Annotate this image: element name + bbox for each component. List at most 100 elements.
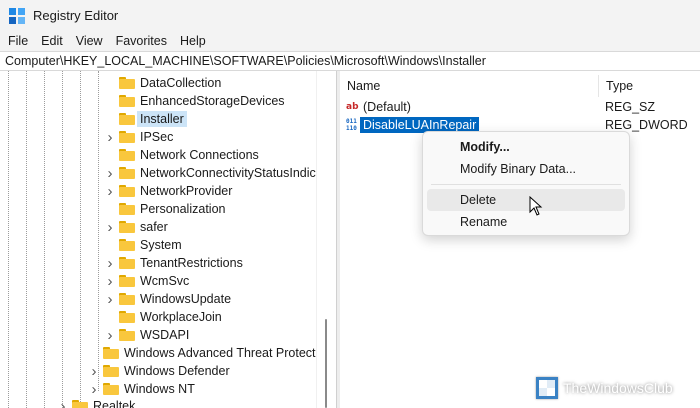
- menu-file[interactable]: File: [2, 34, 34, 48]
- column-header: Name Type: [340, 71, 700, 101]
- folder-icon: [103, 383, 119, 395]
- folder-icon: [119, 329, 135, 341]
- address-path: Computer\HKEY_LOCAL_MACHINE\SOFTWARE\Pol…: [5, 54, 486, 68]
- folder-icon: [119, 149, 135, 161]
- folder-icon: [119, 221, 135, 233]
- tree-item-label: Windows Defender: [124, 364, 230, 378]
- registry-editor-icon: [9, 7, 25, 24]
- watermark: TheWindowsClub: [536, 377, 673, 399]
- tree-item-label: Network Connections: [140, 148, 259, 162]
- folder-icon: [119, 77, 135, 89]
- value-row-default[interactable]: ab (Default) REG_SZ: [340, 98, 700, 116]
- tree-item-label: Installer: [137, 111, 187, 127]
- column-type-header[interactable]: Type: [606, 79, 633, 93]
- values-pane[interactable]: Name Type ab (Default) REG_SZ 011 110 Dis…: [340, 71, 700, 408]
- tree-item-label: WindowsUpdate: [140, 292, 232, 306]
- menu-item-rename[interactable]: Rename: [427, 211, 625, 233]
- tree-item[interactable]: Network Connections: [119, 146, 259, 164]
- tree-item-label: Windows NT: [124, 382, 195, 396]
- chevron-right-icon[interactable]: ›: [89, 362, 99, 380]
- title-bar: Registry Editor: [0, 0, 700, 31]
- value-name: (Default): [363, 100, 411, 114]
- tree-item[interactable]: › Windows NT: [92, 380, 195, 398]
- folder-icon: [119, 203, 135, 215]
- value-type: REG_SZ: [605, 100, 656, 114]
- tree-item[interactable]: EnhancedStorageDevices: [119, 92, 285, 110]
- tree-item[interactable]: WorkplaceJoin: [119, 308, 222, 326]
- menu-view[interactable]: View: [70, 34, 109, 48]
- key-tree[interactable]: DataCollection EnhancedStorageDevices Inst…: [0, 71, 316, 408]
- tree-item[interactable]: › NetworkProvider: [108, 182, 233, 200]
- folder-icon: [119, 311, 135, 323]
- string-value-icon: ab: [346, 102, 359, 112]
- chevron-right-icon[interactable]: ›: [105, 182, 115, 200]
- tree-item[interactable]: › WcmSvc: [108, 272, 190, 290]
- folder-icon: [103, 347, 119, 359]
- tree-item[interactable]: Personalization: [119, 200, 225, 218]
- folder-icon: [119, 239, 135, 251]
- chevron-right-icon[interactable]: ›: [89, 380, 99, 398]
- tree-item-label: EnhancedStorageDevices: [140, 94, 285, 108]
- tree-item-label: TenantRestrictions: [140, 256, 243, 270]
- menu-separator: [431, 184, 621, 185]
- folder-icon: [119, 275, 135, 287]
- tree-item-label: System: [140, 238, 182, 252]
- context-menu: Modify... Modify Binary Data... Delete R…: [422, 131, 630, 236]
- menu-item-modify[interactable]: Modify...: [427, 136, 625, 158]
- chevron-right-icon[interactable]: ›: [105, 164, 115, 182]
- value-type: REG_DWORD: [605, 118, 688, 132]
- tree-item[interactable]: › NetworkConnectivityStatusIndicator: [108, 164, 317, 182]
- tree-item[interactable]: › Realtek: [61, 397, 136, 408]
- menu-edit[interactable]: Edit: [35, 34, 69, 48]
- chevron-right-icon[interactable]: ›: [105, 326, 115, 344]
- menu-item-modify-binary[interactable]: Modify Binary Data...: [427, 158, 625, 180]
- folder-icon: [119, 167, 135, 179]
- menu-favorites[interactable]: Favorites: [110, 34, 173, 48]
- tree-item[interactable]: Installer: [119, 110, 187, 128]
- scrollbar-thumb[interactable]: [325, 319, 327, 408]
- tree-item-label: WcmSvc: [140, 274, 190, 288]
- tree-item-label: safer: [140, 220, 168, 234]
- tree-item[interactable]: › Windows Defender: [92, 362, 230, 380]
- chevron-right-icon[interactable]: ›: [105, 290, 115, 308]
- folder-icon: [119, 95, 135, 107]
- folder-icon: [72, 400, 88, 408]
- chevron-right-icon[interactable]: ›: [58, 397, 68, 408]
- tree-item-label: WorkplaceJoin: [140, 310, 222, 324]
- tree-item-label: WSDAPI: [140, 328, 190, 342]
- folder-icon: [119, 113, 135, 125]
- tree-item[interactable]: DataCollection: [119, 74, 221, 92]
- tree-item-label: Realtek: [93, 399, 136, 408]
- menu-bar: File Edit View Favorites Help: [0, 31, 700, 51]
- tree-item-label: NetworkConnectivityStatusIndicator: [140, 166, 316, 180]
- folder-icon: [119, 257, 135, 269]
- menu-item-delete[interactable]: Delete: [427, 189, 625, 211]
- tree-item[interactable]: › IPSec: [108, 128, 174, 146]
- folder-icon: [119, 185, 135, 197]
- window-title: Registry Editor: [33, 8, 119, 23]
- tree-item-label: NetworkProvider: [140, 184, 233, 198]
- tree-item-label: DataCollection: [140, 76, 222, 90]
- tree-item-label: IPSec: [140, 130, 174, 144]
- tree-item[interactable]: › WSDAPI: [108, 326, 190, 344]
- address-bar[interactable]: Computer\HKEY_LOCAL_MACHINE\SOFTWARE\Pol…: [0, 51, 700, 71]
- watermark-text: TheWindowsClub: [563, 380, 673, 396]
- column-separator[interactable]: [598, 75, 599, 97]
- chevron-right-icon[interactable]: ›: [105, 218, 115, 236]
- folder-icon: [119, 131, 135, 143]
- chevron-right-icon[interactable]: ›: [105, 254, 115, 272]
- folder-icon: [119, 293, 135, 305]
- tree-item-label: Windows Advanced Threat Protection: [124, 346, 316, 360]
- thewindowsclub-logo-icon: [536, 377, 558, 399]
- tree-item[interactable]: › WindowsUpdate: [108, 290, 232, 308]
- tree-item[interactable]: › TenantRestrictions: [108, 254, 243, 272]
- menu-help[interactable]: Help: [174, 34, 212, 48]
- tree-item[interactable]: Windows Advanced Threat Protection: [103, 344, 316, 362]
- column-name-header[interactable]: Name: [347, 79, 380, 93]
- tree-item[interactable]: System: [119, 236, 182, 254]
- tree-item-label: Personalization: [140, 202, 226, 216]
- tree-item[interactable]: › safer: [108, 218, 168, 236]
- tree-scrollbar[interactable]: [316, 71, 334, 408]
- chevron-right-icon[interactable]: ›: [105, 272, 115, 290]
- chevron-right-icon[interactable]: ›: [105, 128, 115, 146]
